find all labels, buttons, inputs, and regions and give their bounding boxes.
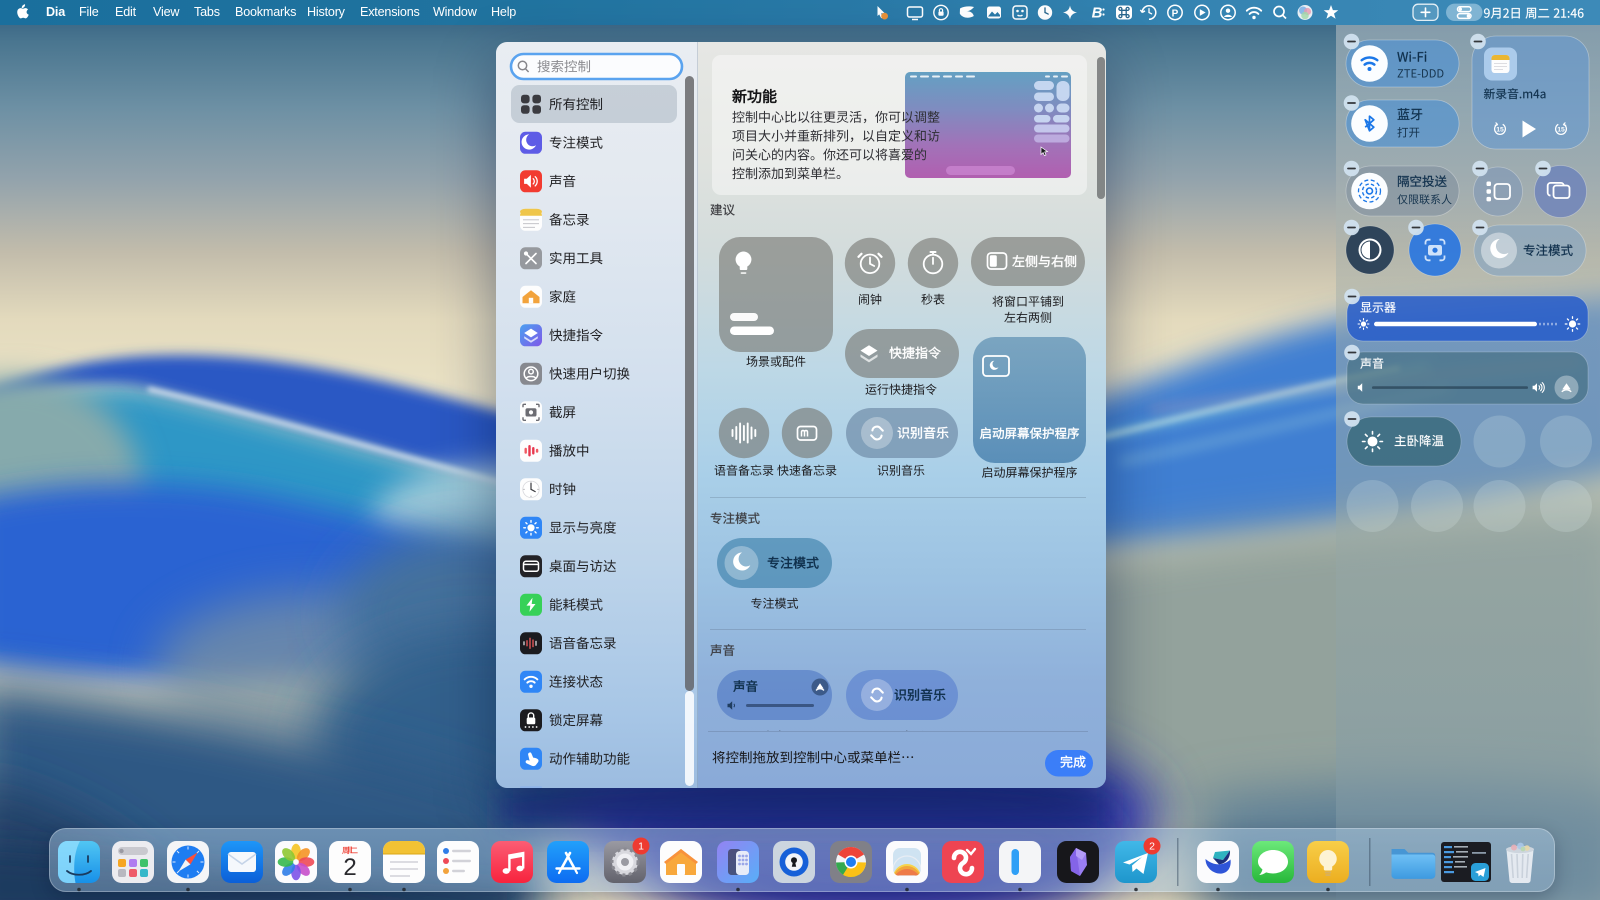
svg-text:II: II xyxy=(348,845,353,855)
svg-text:1: 1 xyxy=(638,840,644,852)
svg-text:B: B xyxy=(1092,5,1103,22)
svg-text:P: P xyxy=(1172,9,1179,20)
svg-text:2: 2 xyxy=(343,854,356,881)
svg-text:2: 2 xyxy=(1149,840,1155,852)
